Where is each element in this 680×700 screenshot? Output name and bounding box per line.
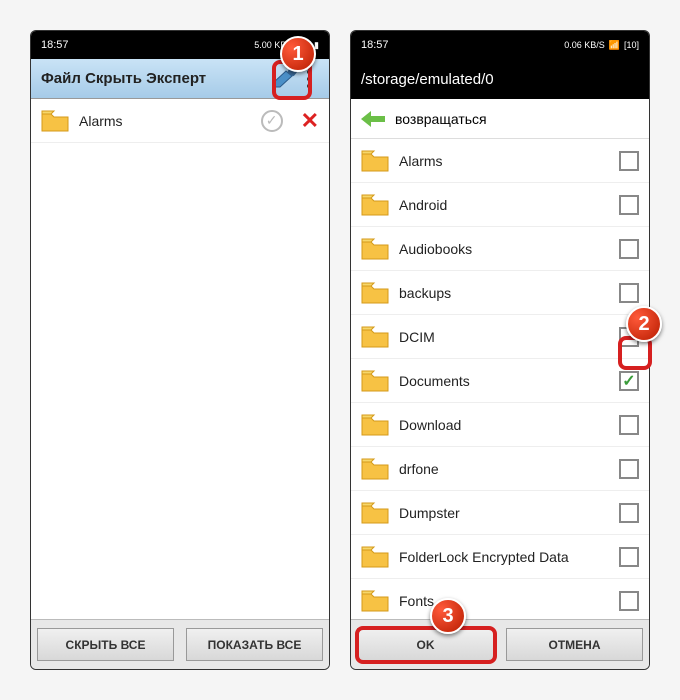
list-item[interactable]: drfone: [351, 447, 649, 491]
list-item[interactable]: Alarms ✓ ✕: [31, 99, 329, 143]
list-item[interactable]: Download: [351, 403, 649, 447]
folder-name: Android: [399, 197, 609, 213]
folder-name: Alarms: [79, 113, 251, 129]
folder-checkbox[interactable]: [619, 459, 639, 479]
folder-name: Audiobooks: [399, 241, 609, 257]
folder-checkbox[interactable]: [619, 283, 639, 303]
list-item[interactable]: Android: [351, 183, 649, 227]
back-label: возвращаться: [395, 111, 487, 127]
folder-name: Download: [399, 417, 609, 433]
back-row[interactable]: возвращаться: [351, 99, 649, 139]
folder-checkbox[interactable]: [619, 503, 639, 523]
folder-icon: [361, 414, 389, 436]
list-item[interactable]: Audiobooks: [351, 227, 649, 271]
menu-button[interactable]: [299, 70, 319, 88]
folder-checkbox[interactable]: [619, 591, 639, 611]
folder-checkbox[interactable]: [619, 195, 639, 215]
folder-checkbox[interactable]: [619, 371, 639, 391]
callout-2: 2: [626, 306, 662, 342]
folder-icon: [361, 546, 389, 568]
status-indicators: 0.06 KB/S 📶 [10]: [564, 40, 639, 51]
ok-button[interactable]: OK: [357, 628, 494, 661]
folder-checkbox[interactable]: [619, 151, 639, 171]
phone-left: 18:57 5.00 KB/S 📶 ▮ Файл Скрыть Эксперт …: [30, 30, 330, 670]
list-item[interactable]: Alarms: [351, 139, 649, 183]
folder-name: backups: [399, 285, 609, 301]
folder-icon: [361, 282, 389, 304]
select-toggle[interactable]: ✓: [261, 110, 283, 132]
folder-icon: [361, 150, 389, 172]
show-all-button[interactable]: ПОКАЗАТЬ ВСЕ: [186, 628, 323, 661]
bottom-bar: СКРЫТЬ ВСЕ ПОКАЗАТЬ ВСЕ: [31, 619, 329, 669]
folder-icon: [361, 238, 389, 260]
folder-name: drfone: [399, 461, 609, 477]
list-item[interactable]: backups: [351, 271, 649, 315]
folder-name: Documents: [399, 373, 609, 389]
folder-name: DCIM: [399, 329, 609, 345]
folder-icon: [361, 326, 389, 348]
list-item[interactable]: Fonts: [351, 579, 649, 619]
delete-button[interactable]: ✕: [301, 108, 319, 134]
folder-icon: [361, 590, 389, 612]
folder-checkbox[interactable]: [619, 415, 639, 435]
phone-right: 18:57 0.06 KB/S 📶 [10] /storage/emulated…: [350, 30, 650, 670]
status-bar: 18:57 0.06 KB/S 📶 [10]: [351, 31, 649, 59]
folder-name: Dumpster: [399, 505, 609, 521]
list-item[interactable]: Dumpster: [351, 491, 649, 535]
back-arrow-icon: [361, 111, 385, 127]
list-item[interactable]: FolderLock Encrypted Data: [351, 535, 649, 579]
folder-icon: [361, 458, 389, 480]
folder-icon: [361, 194, 389, 216]
folder-icon: [41, 110, 69, 132]
status-time: 18:57: [41, 39, 69, 51]
callout-3: 3: [430, 598, 466, 634]
path-text: /storage/emulated/0: [361, 71, 494, 88]
wifi-icon: 📶: [609, 40, 620, 51]
path-header: /storage/emulated/0: [351, 59, 649, 99]
folder-checkbox[interactable]: [619, 547, 639, 567]
bottom-bar: OK ОТМЕНА: [351, 619, 649, 669]
folder-icon: [361, 502, 389, 524]
list-item[interactable]: DCIM: [351, 315, 649, 359]
cancel-button[interactable]: ОТМЕНА: [506, 628, 643, 661]
callout-1: 1: [280, 36, 316, 72]
folder-list: Alarms Android Audiobooks backups DCIM: [351, 139, 649, 619]
folder-icon: [361, 370, 389, 392]
folder-checkbox[interactable]: [619, 239, 639, 259]
app-title: Файл Скрыть Эксперт: [41, 70, 271, 87]
folder-name: Fonts: [399, 593, 609, 609]
list-item[interactable]: Documents: [351, 359, 649, 403]
folder-name: FolderLock Encrypted Data: [399, 549, 609, 565]
status-time: 18:57: [361, 39, 389, 51]
battery-icon: [10]: [624, 40, 639, 50]
hide-all-button[interactable]: СКРЫТЬ ВСЕ: [37, 628, 174, 661]
folder-name: Alarms: [399, 153, 609, 169]
